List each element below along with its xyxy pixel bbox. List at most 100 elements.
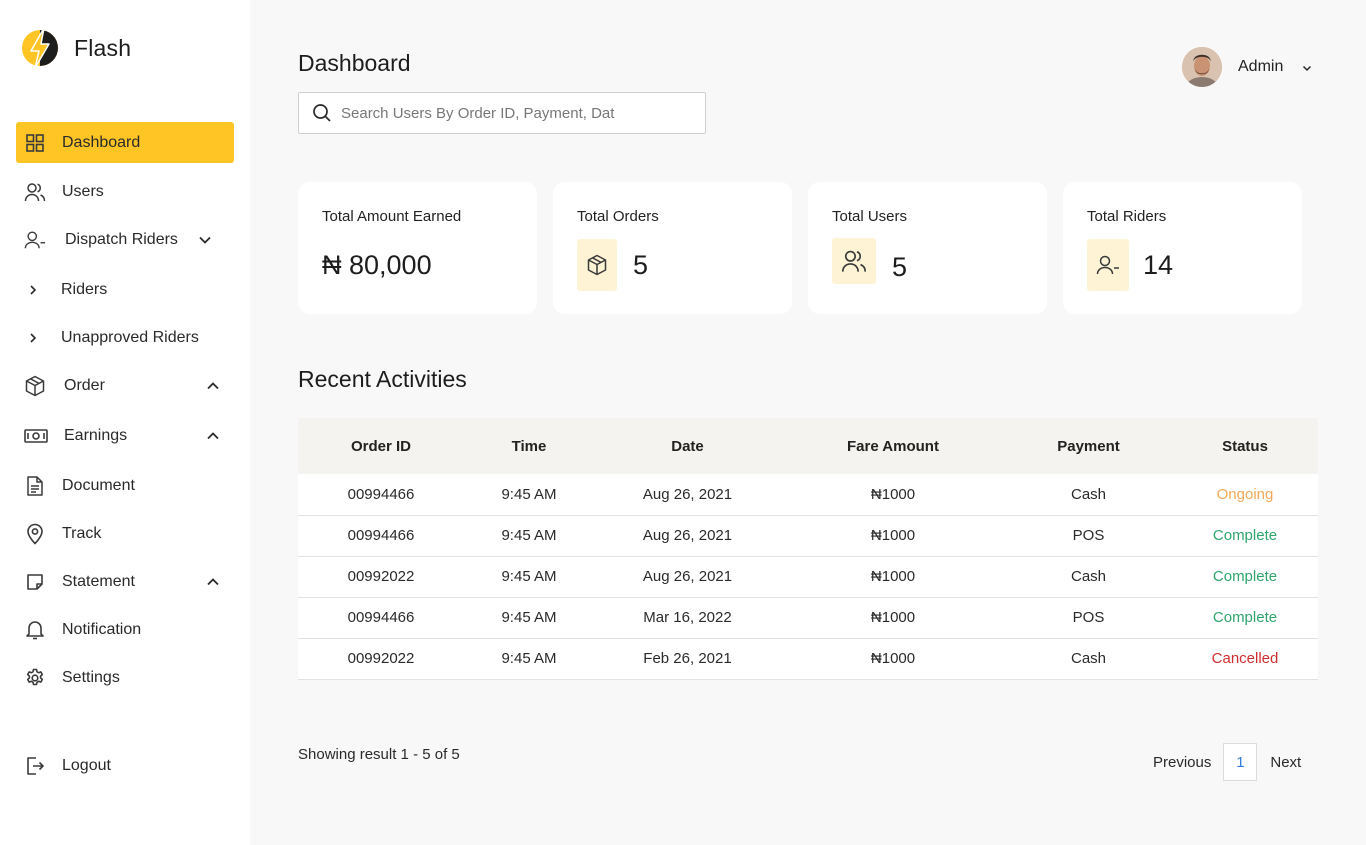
- section-title: Recent Activities: [298, 366, 467, 392]
- sidebar-item-label: Order: [64, 376, 105, 394]
- sidebar-item-label: Settings: [62, 668, 120, 686]
- column-header[interactable]: Date: [594, 418, 781, 474]
- logout-label: Logout: [62, 756, 111, 774]
- chevron-right-icon: [26, 283, 40, 297]
- payment-cell: POS: [1005, 597, 1172, 639]
- document-icon: [24, 475, 46, 497]
- chevron-up-icon[interactable]: [206, 575, 220, 589]
- table-row[interactable]: 00994466 9:45 AM Mar 16, 2022 ₦1000 POS …: [298, 597, 1318, 639]
- chevron-up-icon[interactable]: [206, 379, 220, 393]
- time-cell: 9:45 AM: [464, 474, 594, 516]
- sidebar-item-label: Document: [62, 476, 135, 494]
- brand-name: Flash: [74, 34, 132, 61]
- order-id-cell: 00994466: [298, 474, 464, 516]
- order-id-cell: 00992022: [298, 556, 464, 598]
- order-id-cell: 00994466: [298, 515, 464, 557]
- stat-card-total-orders: Total Orders 5: [553, 182, 792, 314]
- sidebar-item-label: Earnings: [64, 426, 128, 444]
- page-title: Dashboard: [298, 50, 411, 76]
- sidebar-item-unapproved-riders[interactable]: Unapproved Riders: [16, 317, 234, 358]
- sidebar-item-track[interactable]: Track: [16, 513, 234, 554]
- status-cell: Complete: [1172, 556, 1318, 598]
- date-cell: Mar 16, 2022: [594, 597, 781, 639]
- column-header[interactable]: Fare Amount: [781, 418, 1005, 474]
- previous-page-button[interactable]: Previous: [1153, 754, 1211, 771]
- location-pin-icon: [24, 523, 46, 545]
- activities-table: Order ID Time Date Fare Amount Payment S…: [298, 418, 1318, 680]
- user-minus-icon: [1087, 239, 1129, 291]
- sidebar-item-dispatch-riders[interactable]: Dispatch Riders: [16, 219, 234, 260]
- sidebar-item-users[interactable]: Users: [16, 171, 234, 212]
- table-row[interactable]: 00994466 9:45 AM Aug 26, 2021 ₦1000 POS …: [298, 515, 1318, 557]
- column-header[interactable]: Order ID: [298, 418, 464, 474]
- date-cell: Aug 26, 2021: [594, 474, 781, 516]
- sidebar-item-document[interactable]: Document: [16, 465, 234, 506]
- card-value: 5: [633, 250, 649, 280]
- sidebar-item-label: Users: [62, 182, 104, 200]
- results-summary: Showing result 1 - 5 of 5: [298, 746, 460, 763]
- box-icon: [24, 375, 46, 397]
- chevron-up-icon[interactable]: [206, 429, 220, 443]
- grid-icon: [24, 132, 46, 154]
- search-icon: [312, 103, 332, 123]
- chevron-down-icon[interactable]: [198, 233, 212, 247]
- sidebar-item-label: Track: [62, 524, 102, 542]
- flash-logo-icon: [20, 26, 60, 70]
- sidebar-item-statement[interactable]: Statement: [16, 561, 234, 602]
- table-row[interactable]: 00992022 9:45 AM Feb 26, 2021 ₦1000 Cash…: [298, 638, 1318, 680]
- users-icon: [24, 181, 46, 203]
- sidebar-item-notification[interactable]: Notification: [16, 609, 234, 650]
- column-header[interactable]: Time: [464, 418, 594, 474]
- stat-card-total-riders: Total Riders 14: [1063, 182, 1302, 314]
- payment-cell: Cash: [1005, 474, 1172, 516]
- date-cell: Feb 26, 2021: [594, 638, 781, 680]
- card-title: Total Orders: [577, 208, 659, 225]
- sidebar-item-earnings[interactable]: Earnings: [16, 415, 234, 456]
- column-header[interactable]: Status: [1172, 418, 1318, 474]
- logout-button[interactable]: Logout: [16, 745, 234, 786]
- note-icon: [24, 571, 46, 593]
- column-header[interactable]: Payment: [1005, 418, 1172, 474]
- cash-icon: [24, 425, 48, 447]
- sidebar-item-label: Statement: [62, 572, 135, 590]
- users-icon: [832, 238, 876, 284]
- card-title: Total Users: [832, 208, 908, 225]
- payment-cell: Cash: [1005, 556, 1172, 598]
- payment-cell: POS: [1005, 515, 1172, 557]
- card-value: ₦ 80,000: [322, 250, 432, 280]
- search-box[interactable]: [298, 92, 706, 134]
- date-cell: Aug 26, 2021: [594, 515, 781, 557]
- sidebar-item-label: Dispatch Riders: [65, 230, 178, 248]
- fare-cell: ₦1000: [781, 638, 1005, 680]
- sidebar: Flash Dashboard Users Dispatch Riders Ri…: [0, 0, 250, 845]
- page-number-button[interactable]: 1: [1223, 743, 1258, 781]
- sidebar-item-label: Notification: [62, 620, 142, 638]
- status-cell: Ongoing: [1172, 474, 1318, 516]
- chevron-right-icon: [26, 331, 40, 345]
- sidebar-item-dashboard[interactable]: Dashboard: [16, 122, 234, 163]
- fare-cell: ₦1000: [781, 474, 1005, 516]
- sidebar-item-order[interactable]: Order: [16, 365, 234, 406]
- payment-cell: Cash: [1005, 638, 1172, 680]
- brand[interactable]: Flash: [20, 26, 131, 70]
- fare-cell: ₦1000: [781, 556, 1005, 598]
- sidebar-item-label: Unapproved Riders: [61, 328, 199, 346]
- table-row[interactable]: 00992022 9:45 AM Aug 26, 2021 ₦1000 Cash…: [298, 556, 1318, 598]
- chevron-down-icon[interactable]: [1301, 61, 1313, 73]
- card-title: Total Riders: [1087, 208, 1167, 225]
- sidebar-item-label: Dashboard: [62, 133, 141, 151]
- next-page-button[interactable]: Next: [1270, 754, 1301, 771]
- user-name: Admin: [1238, 58, 1284, 75]
- time-cell: 9:45 AM: [464, 638, 594, 680]
- box-icon: [577, 239, 617, 291]
- date-cell: Aug 26, 2021: [594, 556, 781, 598]
- search-input[interactable]: [341, 104, 691, 122]
- user-menu[interactable]: Admin: [1182, 47, 1313, 87]
- sidebar-item-settings[interactable]: Settings: [16, 657, 234, 698]
- status-cell: Complete: [1172, 515, 1318, 557]
- time-cell: 9:45 AM: [464, 515, 594, 557]
- status-cell: Cancelled: [1172, 638, 1318, 680]
- fare-cell: ₦1000: [781, 515, 1005, 557]
- sidebar-item-riders[interactable]: Riders: [16, 269, 234, 310]
- table-row[interactable]: 00994466 9:45 AM Aug 26, 2021 ₦1000 Cash…: [298, 474, 1318, 516]
